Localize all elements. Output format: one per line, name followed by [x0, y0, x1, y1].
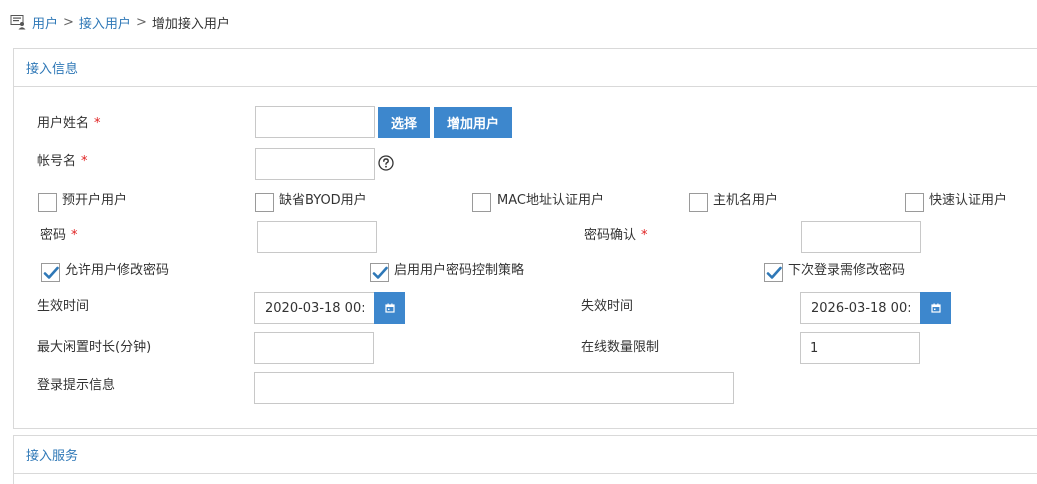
required-mark: *	[81, 154, 88, 169]
checkbox-label: 快速认证用户	[929, 193, 1008, 208]
max-idle-input[interactable]	[254, 332, 374, 364]
access-service-panel: 接入服务	[13, 435, 1037, 484]
calendar-icon	[930, 303, 941, 313]
checkbox-hostname-user[interactable]	[689, 193, 708, 212]
access-service-header[interactable]: 接入服务	[14, 436, 1037, 474]
user-management-icon	[10, 15, 26, 30]
account-name-label: 帐号名 *	[37, 152, 88, 172]
breadcrumb: 用户 > 接入用户 > 增加接入用户	[10, 12, 230, 32]
checkbox-allow-change-password[interactable]	[41, 263, 60, 282]
checkbox-label: 允许用户修改密码	[65, 263, 170, 278]
login-prompt-label: 登录提示信息	[37, 378, 116, 393]
breadcrumb-current: 增加接入用户	[151, 16, 230, 32]
access-info-header[interactable]: 接入信息	[14, 49, 1037, 87]
checkmark-icon	[372, 266, 388, 279]
checkbox-enable-password-policy[interactable]	[370, 263, 389, 282]
expire-time-calendar-button[interactable]	[920, 292, 951, 324]
online-limit-input[interactable]	[800, 332, 920, 364]
user-name-label: 用户姓名 *	[37, 114, 101, 134]
expire-time-input[interactable]	[800, 292, 921, 324]
online-limit-label: 在线数量限制	[581, 340, 660, 355]
account-name-label-text: 帐号名	[37, 154, 77, 169]
checkbox-mac-auth-user[interactable]	[472, 193, 491, 212]
required-mark: *	[641, 228, 648, 243]
password-input[interactable]	[257, 221, 377, 253]
select-button[interactable]: 选择	[378, 107, 430, 138]
checkbox-label: MAC地址认证用户	[497, 193, 604, 208]
checkmark-icon	[766, 266, 782, 279]
breadcrumb-separator: >	[135, 14, 147, 30]
password-label-text: 密码	[40, 228, 67, 243]
password-label: 密码 *	[40, 226, 78, 246]
checkbox-label: 缺省BYOD用户	[279, 193, 367, 208]
question-circle-icon[interactable]	[378, 155, 394, 171]
breadcrumb-link-access-users[interactable]: 接入用户	[79, 13, 131, 32]
effective-time-input[interactable]	[254, 292, 375, 324]
required-mark: *	[71, 228, 78, 243]
user-name-input[interactable]	[255, 106, 375, 138]
checkbox-label: 启用用户密码控制策略	[394, 263, 525, 278]
user-name-label-text: 用户姓名	[37, 116, 90, 131]
add-user-button[interactable]: 增加用户	[434, 107, 512, 138]
breadcrumb-link-users[interactable]: 用户	[32, 13, 58, 32]
password-confirm-label-text: 密码确认	[584, 228, 637, 243]
expire-time-label: 失效时间	[581, 299, 634, 314]
checkbox-quick-auth-user[interactable]	[905, 193, 924, 212]
checkmark-icon	[43, 266, 59, 279]
required-mark: *	[94, 116, 101, 131]
effective-time-calendar-button[interactable]	[374, 292, 405, 324]
checkbox-label: 预开户用户	[62, 193, 128, 208]
checkbox-default-byod-user[interactable]	[255, 193, 274, 212]
password-confirm-input[interactable]	[801, 221, 921, 253]
effective-time-label: 生效时间	[37, 299, 90, 314]
account-name-input[interactable]	[255, 148, 375, 180]
breadcrumb-separator: >	[63, 14, 74, 30]
checkbox-pre-account-user[interactable]	[38, 193, 57, 212]
max-idle-label: 最大闲置时长(分钟)	[37, 340, 152, 355]
checkbox-change-password-next-login[interactable]	[764, 263, 783, 282]
checkbox-label: 下次登录需修改密码	[788, 263, 906, 278]
login-prompt-input[interactable]	[254, 372, 734, 404]
checkbox-label: 主机名用户	[713, 193, 779, 208]
password-confirm-label: 密码确认 *	[584, 226, 648, 246]
calendar-icon	[384, 303, 395, 313]
